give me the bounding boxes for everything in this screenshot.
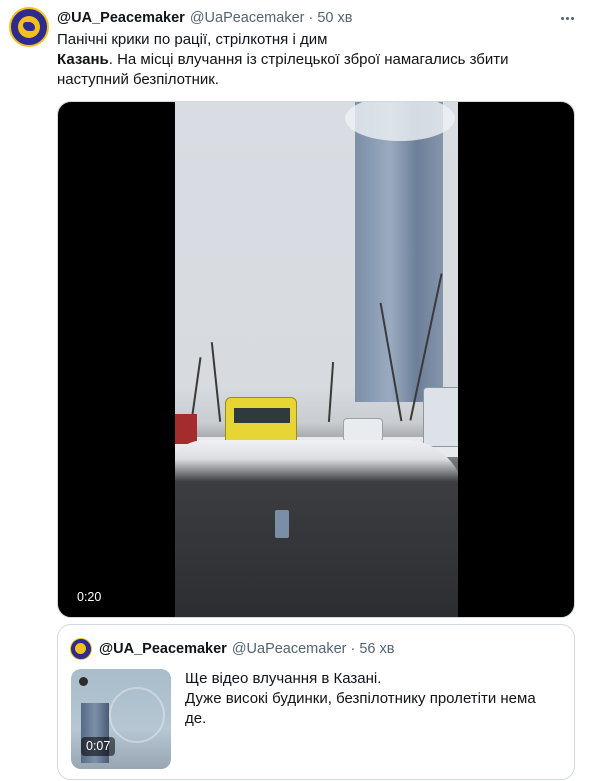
video-dash-sticker <box>275 510 289 538</box>
tweet[interactable]: @UA_Peacemaker @UaPeacemaker · 50 хв Пан… <box>0 0 598 781</box>
tweet-text-bold-city: Казань <box>57 51 109 68</box>
video-tree <box>327 362 335 422</box>
separator-dot: · <box>308 10 314 26</box>
quoted-video-duration-badge: 0:07 <box>81 737 116 756</box>
quoted-author-name: @UA_Peacemaker <box>99 641 227 657</box>
quoted-author-handle: @UaPeacemaker <box>231 641 347 657</box>
author-name[interactable]: @UA_Peacemaker <box>57 10 185 26</box>
thumbnail-watermark-icon <box>109 687 165 743</box>
quoted-tweet-timestamp: 56 хв <box>359 641 395 657</box>
video-white-car <box>343 418 383 442</box>
video-tree <box>210 342 222 422</box>
thumbnail-camera-icon <box>79 677 88 686</box>
avatar-emblem-icon <box>18 16 40 38</box>
video-frame <box>175 102 458 617</box>
quoted-tweet[interactable]: @UA_Peacemaker @UaPeacemaker · 56 хв 0:0… <box>57 624 575 780</box>
quoted-video-thumbnail[interactable]: 0:07 <box>71 669 171 769</box>
video-tree <box>190 357 202 422</box>
tweet-timestamp[interactable]: 50 хв <box>317 10 352 26</box>
quoted-text-line-3: де. <box>185 710 207 727</box>
avatar-emblem-icon <box>75 643 86 654</box>
author-handle[interactable]: @UaPeacemaker <box>190 10 305 26</box>
quoted-text-line-1: Ще відео влучання в Казані. <box>185 670 382 687</box>
tweet-text-line-1: Панічні крики по рації, стрілкотня і дим <box>57 31 328 48</box>
video-player[interactable]: 0:20 <box>57 101 575 618</box>
tweet-text: Панічні крики по рації, стрілкотня і дим… <box>57 30 577 90</box>
quoted-author-avatar <box>70 638 92 660</box>
separator-dot: · <box>350 641 356 657</box>
video-red-car <box>175 414 197 444</box>
author-avatar[interactable] <box>9 7 49 47</box>
tweet-text-line-2: Казань. На місці влучання із стрілецької… <box>57 50 577 70</box>
tweet-text-line-2-rest: . На місці влучання із стрілецької зброї… <box>108 51 509 68</box>
quoted-text-line-2: Дуже високі будинки, безпілотнику пролет… <box>185 690 536 707</box>
video-skyscraper <box>345 102 455 402</box>
video-car-hood <box>175 440 458 617</box>
quoted-tweet-text: Ще відео влучання в Казані. Дуже високі … <box>185 669 565 729</box>
tweet-text-line-3: наступний безпілотник. <box>57 71 219 88</box>
video-white-van <box>423 387 458 447</box>
quoted-tweet-header: @UA_Peacemaker @UaPeacemaker · 56 хв <box>99 640 394 658</box>
more-options-icon[interactable] <box>557 10 577 26</box>
video-duration-badge: 0:20 <box>71 586 108 608</box>
video-ambulance <box>225 397 297 442</box>
tweet-header: @UA_Peacemaker @UaPeacemaker · 50 хв <box>57 9 352 27</box>
